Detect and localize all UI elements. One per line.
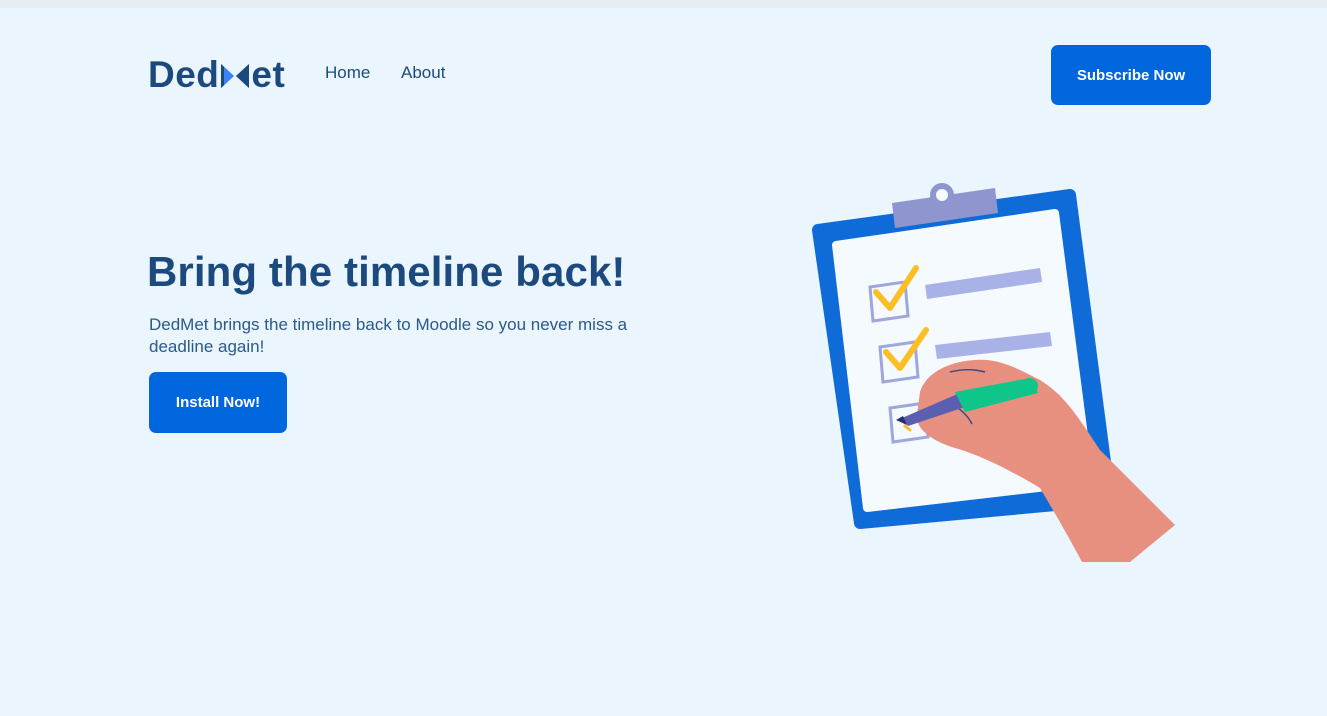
logo[interactable]: Ded et: [148, 52, 285, 98]
clipboard-checklist-illustration: [812, 183, 1175, 562]
nav-link-about[interactable]: About: [401, 63, 445, 83]
install-now-button[interactable]: Install Now!: [149, 372, 287, 433]
logo-mark-icon: [220, 62, 250, 90]
hero-description: DedMet brings the timeline back to Moodl…: [149, 315, 628, 356]
nav-link-home[interactable]: Home: [325, 63, 370, 83]
subscribe-now-button[interactable]: Subscribe Now: [1051, 45, 1211, 105]
logo-text-et: et: [251, 54, 286, 95]
top-navbar: Ded et Home About Subscribe Now: [0, 0, 1327, 150]
hero-title: Bring the timeline back!: [147, 248, 626, 295]
logo-text-ded: Ded: [148, 54, 220, 95]
